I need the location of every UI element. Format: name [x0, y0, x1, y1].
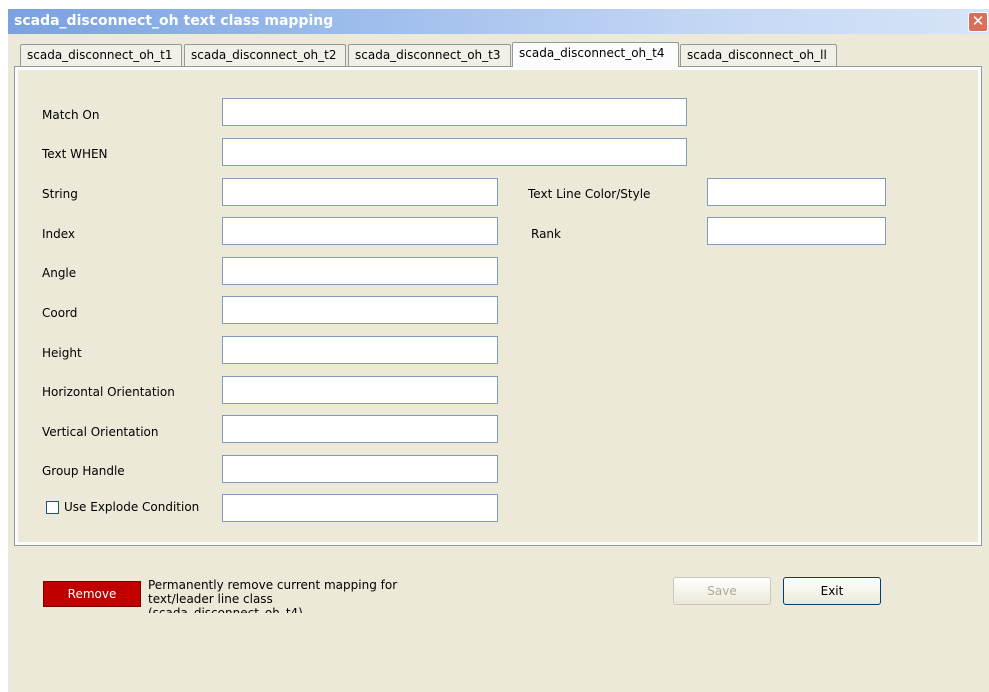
string-label: String [42, 187, 78, 201]
horizontal-orientation-input[interactable] [222, 376, 498, 404]
match-on-label: Match On [42, 108, 100, 122]
save-button[interactable]: Save [673, 577, 771, 605]
index-label: Index [42, 227, 76, 241]
string-input[interactable] [222, 178, 498, 206]
close-icon: ✕ [971, 12, 985, 30]
explode-condition-input[interactable] [222, 494, 498, 522]
text-when-input[interactable] [222, 138, 687, 166]
rank-input[interactable] [707, 217, 886, 245]
vertical-orientation-input[interactable] [222, 415, 498, 443]
text-line-color-style-label: Text Line Color/Style [528, 187, 651, 201]
height-input[interactable] [222, 336, 498, 364]
close-button[interactable]: ✕ [968, 12, 988, 32]
title-bar[interactable]: scada_disconnect_oh text class mapping ✕ [8, 9, 989, 34]
group-handle-input[interactable] [222, 455, 498, 483]
rank-label: Rank [531, 227, 561, 241]
tab-t4[interactable]: scada_disconnect_oh_t4 [512, 42, 679, 67]
angle-label: Angle [42, 266, 77, 280]
horizontal-orientation-label: Horizontal Orientation [42, 385, 175, 399]
window-title: scada_disconnect_oh text class mapping [14, 13, 334, 29]
remove-description: Permanently remove current mapping for t… [148, 578, 398, 613]
tab-t2[interactable]: scada_disconnect_oh_t2 [184, 44, 346, 66]
group-handle-label: Group Handle [42, 464, 125, 478]
tab-t1[interactable]: scada_disconnect_oh_t1 [20, 44, 182, 66]
tab-t3[interactable]: scada_disconnect_oh_t3 [348, 44, 511, 66]
text-line-color-style-input[interactable] [707, 178, 886, 206]
angle-input[interactable] [222, 257, 498, 285]
coord-input[interactable] [222, 296, 498, 324]
tab-ll[interactable]: scada_disconnect_oh_ll [680, 44, 837, 66]
explode-condition-label: Use Explode Condition [64, 500, 200, 514]
exit-button[interactable]: Exit [783, 577, 881, 605]
match-on-input[interactable] [222, 98, 687, 126]
remove-button[interactable]: Remove [43, 581, 141, 607]
height-label: Height [42, 346, 82, 360]
index-input[interactable] [222, 217, 498, 245]
vertical-orientation-label: Vertical Orientation [42, 425, 159, 439]
text-when-label: Text WHEN [42, 147, 108, 161]
explode-condition-checkbox[interactable] [46, 501, 59, 514]
coord-label: Coord [42, 306, 78, 320]
